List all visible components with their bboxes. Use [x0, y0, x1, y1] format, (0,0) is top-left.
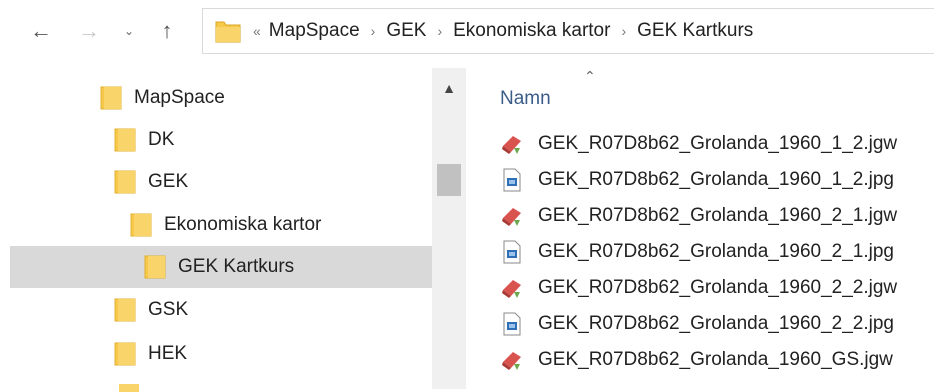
file-row[interactable]: GEK_R07D8b62_Grolanda_1960_2_2.jpg — [500, 306, 894, 342]
sort-ascending-icon: ⌃ — [584, 68, 596, 84]
folder-icon — [119, 384, 139, 392]
file-row[interactable]: GEK_R07D8b62_Grolanda_1960_2_1.jpg — [500, 234, 894, 270]
file-row[interactable]: GEK_R07D8b62_Grolanda_1960_2_1.jgw — [500, 198, 897, 234]
tree-item-hek[interactable]: HEK — [114, 334, 187, 374]
tree-item-label: MapSpace — [134, 87, 225, 108]
jpg-file-icon — [503, 240, 521, 264]
folder-icon — [130, 213, 152, 237]
file-name: GEK_R07D8b62_Grolanda_1960_2_1.jpg — [538, 241, 894, 262]
folder-icon — [114, 170, 136, 194]
tree-item-label: GEK — [148, 171, 189, 192]
file-row[interactable]: GEK_R07D8b62_Grolanda_1960_2_2.jgw — [500, 270, 897, 306]
file-list-pane: ⌃ Namn GEK_R07D8b62_Grolanda_1960_1_2.jg… — [470, 68, 934, 389]
file-row[interactable]: GEK_R07D8b62_Grolanda_1960_1_2.jpg — [500, 162, 894, 198]
folder-icon — [215, 21, 241, 43]
jgw-file-icon — [502, 280, 521, 298]
tree-scrollbar[interactable] — [432, 68, 466, 389]
folder-icon — [144, 255, 166, 279]
tree-item-label: DK — [148, 129, 175, 150]
folder-icon — [100, 86, 122, 110]
navigation-pane: MapSpace DK GEK Ekonomiska kartor GEK Ka… — [0, 68, 470, 392]
tree-item-ekonomiska-kartor[interactable]: Ekonomiska kartor — [130, 205, 321, 245]
tree-item-label: Ekonomiska kartor — [164, 214, 322, 235]
breadcrumb-separator[interactable]: › — [371, 23, 376, 39]
breadcrumb-separator[interactable]: › — [621, 23, 626, 39]
arrow-left-icon: ← — [30, 18, 52, 43]
jpg-file-icon — [503, 168, 521, 192]
folder-icon — [114, 128, 136, 152]
breadcrumb-gek[interactable]: GEK — [386, 20, 426, 42]
breadcrumb-separator[interactable]: › — [437, 23, 442, 39]
tree-item-dk[interactable]: DK — [114, 120, 174, 160]
up-button[interactable]: ↑ — [152, 14, 182, 48]
tree-item-gek[interactable]: GEK — [114, 162, 188, 202]
file-name: GEK_R07D8b62_Grolanda_1960_GS.jgw — [538, 349, 893, 370]
jpg-file-icon — [503, 312, 521, 336]
file-name: GEK_R07D8b62_Grolanda_1960_1_2.jpg — [538, 169, 894, 190]
address-bar[interactable]: « MapSpace › GEK › Ekonomiska kartor › G… — [202, 8, 934, 54]
arrow-right-icon: → — [78, 18, 100, 43]
tree-item-label: GSK — [148, 299, 189, 320]
scroll-up-icon[interactable]: ▲ — [432, 80, 466, 96]
column-header-name[interactable]: Namn — [500, 88, 551, 110]
breadcrumb-overflow[interactable]: « — [253, 23, 261, 39]
tree-item-label: HEK — [148, 343, 188, 364]
chevron-down-icon: ⌄ — [123, 24, 135, 38]
tree-item-mapspace[interactable]: MapSpace — [100, 78, 225, 118]
file-row[interactable]: GEK_R07D8b62_Grolanda_1960_1_2.jgw — [500, 126, 897, 162]
breadcrumb-gek-kartkurs[interactable]: GEK Kartkurs — [637, 20, 753, 42]
jgw-file-icon — [502, 136, 521, 154]
breadcrumb-mapspace[interactable]: MapSpace — [269, 20, 360, 42]
forward-button[interactable]: → — [74, 14, 104, 48]
folder-icon — [114, 342, 136, 366]
tree-item-gsk[interactable]: GSK — [114, 290, 188, 330]
tree-item-gek-kartkurs[interactable]: GEK Kartkurs — [144, 247, 294, 287]
file-row[interactable]: GEK_R07D8b62_Grolanda_1960_GS.jgw — [500, 342, 893, 378]
arrow-up-icon: ↑ — [161, 18, 173, 43]
scrollbar-thumb[interactable] — [437, 164, 461, 196]
tree-item-label: GEK Kartkurs — [178, 256, 295, 277]
recent-locations-button[interactable]: ⌄ — [114, 14, 144, 48]
file-name: GEK_R07D8b62_Grolanda_1960_1_2.jgw — [538, 133, 898, 154]
breadcrumb-ekonomiska-kartor[interactable]: Ekonomiska kartor — [453, 20, 610, 42]
file-name: GEK_R07D8b62_Grolanda_1960_2_2.jpg — [538, 313, 894, 334]
file-name: GEK_R07D8b62_Grolanda_1960_2_2.jgw — [538, 277, 898, 298]
jgw-file-icon — [502, 208, 521, 226]
folder-icon — [114, 298, 136, 322]
file-name: GEK_R07D8b62_Grolanda_1960_2_1.jgw — [538, 205, 898, 226]
back-button[interactable]: ← — [26, 14, 56, 48]
jgw-file-icon — [502, 352, 521, 370]
